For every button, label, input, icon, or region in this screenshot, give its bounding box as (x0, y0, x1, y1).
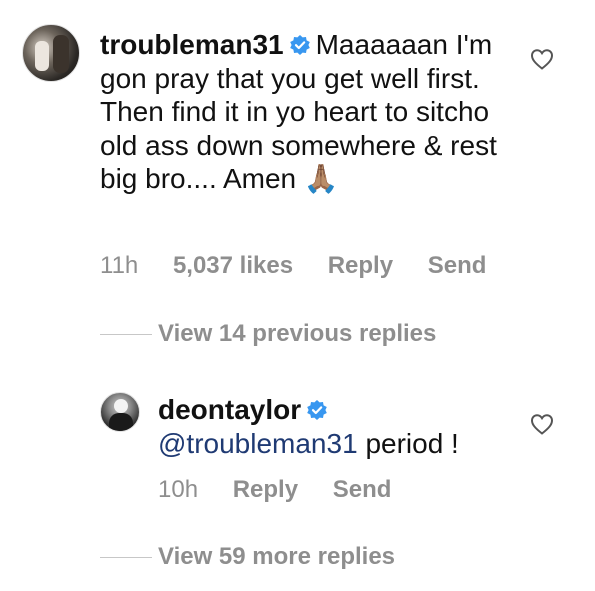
avatar-figure (35, 41, 49, 71)
avatar-deontaylor[interactable] (100, 392, 140, 432)
heart-icon[interactable] (530, 413, 554, 435)
mention-link[interactable]: @troubleman31 (158, 428, 358, 459)
username-troubleman31[interactable]: troubleman31 (100, 29, 284, 60)
comment-troubleman31: troubleman31 Maaaaaan I'm gon pray that y… (100, 28, 520, 196)
comment-meta: 10h Reply Send (158, 476, 419, 504)
avatar-figure (114, 399, 128, 413)
avatar-figure (109, 413, 133, 431)
heart-icon[interactable] (530, 48, 554, 70)
comment-body: period ! (365, 427, 459, 459)
comment-deontaylor: deontaylor @troubleman31 period ! (158, 393, 538, 460)
send-button[interactable]: Send (428, 252, 487, 279)
username-deontaylor[interactable]: deontaylor (158, 394, 301, 425)
likes-count[interactable]: 5,037 likes (173, 252, 293, 279)
divider-line (100, 334, 152, 335)
view-previous-replies[interactable]: View 14 previous replies (158, 320, 436, 348)
avatar-figure (53, 35, 69, 73)
avatar-troubleman31[interactable] (22, 24, 80, 82)
verified-badge-icon (307, 400, 327, 420)
comment-meta: 11h 5,037 likes Reply Send (100, 252, 514, 280)
verified-badge-icon (289, 35, 310, 55)
comment-time: 10h (158, 476, 199, 503)
send-button[interactable]: Send (333, 476, 392, 503)
reply-button[interactable]: Reply (328, 252, 393, 279)
reply-button[interactable]: Reply (233, 476, 298, 503)
comment-time: 11h (100, 252, 139, 279)
view-more-replies[interactable]: View 59 more replies (158, 543, 395, 571)
divider-line (100, 557, 152, 558)
folded-hands-emoji: 🙏🏽 (303, 162, 339, 195)
